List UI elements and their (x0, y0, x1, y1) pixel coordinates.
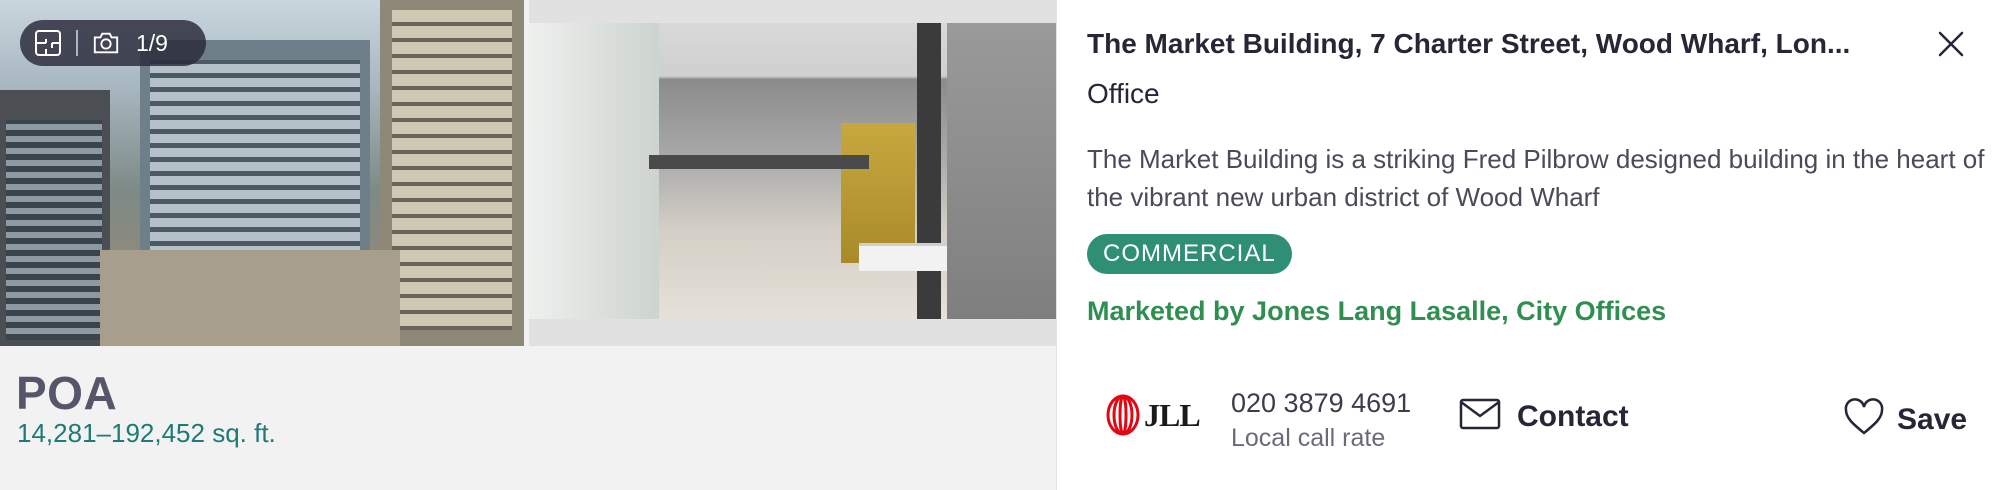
category-tag: COMMERCIAL (1087, 234, 1292, 274)
listing-title[interactable]: The Market Building, 7 Charter Street, W… (1087, 28, 1907, 60)
agent-phone[interactable]: 020 3879 4691 (1231, 388, 1411, 419)
call-rate-note: Local call rate (1231, 424, 1386, 452)
details-panel: The Market Building, 7 Charter Street, W… (1056, 0, 2000, 490)
close-icon[interactable] (1933, 26, 1969, 62)
marketed-by-link[interactable]: Marketed by Jones Lang Lasalle, City Off… (1087, 296, 1666, 327)
listing-description: The Market Building is a striking Fred P… (1087, 144, 1985, 212)
contact-label: Contact (1517, 399, 1629, 433)
interior-photo[interactable] (529, 0, 1056, 346)
save-label: Save (1897, 402, 1968, 436)
property-card[interactable]: 1/9 POA 14,281–192,452 sq. ft. The Marke… (0, 0, 2000, 490)
property-type: Office (1087, 78, 1160, 109)
agent-logo-text: JLL (1144, 396, 1201, 433)
badge-divider (76, 30, 78, 56)
camera-icon[interactable] (92, 29, 120, 57)
save-button[interactable]: Save (1843, 398, 1967, 441)
media-panel: 1/9 POA 14,281–192,452 sq. ft. (0, 0, 1056, 490)
gallery-badge[interactable]: 1/9 (20, 20, 206, 66)
price: POA (16, 367, 118, 419)
heart-icon (1843, 398, 1885, 441)
photo-counter: 1/9 (136, 29, 168, 56)
contact-button[interactable]: Contact (1459, 398, 1629, 435)
mail-icon (1459, 398, 1501, 435)
floorplan-icon[interactable] (34, 29, 62, 57)
floor-area: 14,281–192,452 sq. ft. (17, 418, 276, 448)
agent-logo[interactable]: JLL (1105, 394, 1201, 436)
jll-logo-icon (1105, 394, 1141, 436)
